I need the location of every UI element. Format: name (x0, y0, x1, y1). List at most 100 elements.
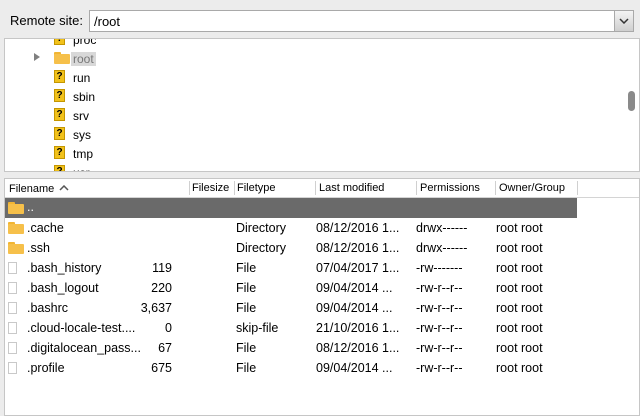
unknown-folder-icon: ? (54, 70, 65, 83)
column-owner-group[interactable]: Owner/Group (499, 182, 565, 196)
column-filetype[interactable]: Filetype (237, 182, 276, 196)
file-row[interactable]: .cache Directory 08/12/2016 1... drwx------… (5, 218, 577, 238)
tree-item-srv[interactable]: ? srv (5, 106, 625, 125)
file-icon (8, 302, 17, 314)
tree-item-tmp[interactable]: ? tmp (5, 144, 625, 163)
file-permissions: drwx------ (416, 241, 468, 255)
file-permissions: -rw-r--r-- (416, 361, 463, 375)
file-owner-group: root root (496, 281, 543, 295)
file-type: File (236, 301, 257, 315)
folder-icon (54, 51, 70, 64)
tree-item-sbin[interactable]: ? sbin (5, 87, 625, 106)
file-row[interactable]: .cloud-locale-test.... 0 skip-file 21/10/20… (5, 318, 577, 338)
remote-site-label: Remote site: (10, 13, 83, 28)
unknown-folder-icon: ? (54, 146, 65, 159)
column-permissions[interactable]: Permissions (420, 182, 480, 196)
folder-icon (8, 202, 24, 214)
tree-item-sys[interactable]: ? sys (5, 125, 625, 144)
file-type: File (236, 281, 257, 295)
file-modified: 08/12/2016 1... (316, 341, 400, 355)
file-permissions: drwx------ (416, 221, 468, 235)
file-owner-group: root root (496, 301, 543, 315)
file-row[interactable]: .digitalocean_pass... 67 File 08/12/2016 1.… (5, 338, 577, 358)
file-permissions: -rw-r--r-- (416, 321, 463, 335)
file-size: 67 (158, 341, 172, 355)
parent-directory-label: .. (27, 200, 34, 214)
column-filename[interactable]: Filename (9, 182, 69, 196)
file-type: Directory (236, 241, 287, 255)
tree-item-run[interactable]: ? run (5, 68, 625, 87)
file-size: 0 (165, 321, 172, 335)
tree-item-label: sbin (73, 90, 96, 104)
tree-item-label: proc (73, 38, 97, 47)
file-name: .bash_history (27, 261, 102, 275)
file-owner-group: root root (496, 361, 543, 375)
tree-item-label: tmp (73, 147, 94, 161)
remote-file-list[interactable]: Filename Filesize Filetype Last modified… (4, 178, 640, 416)
tree-item-proc[interactable]: ? proc (5, 38, 625, 49)
file-name: .cloud-locale-test.... (27, 321, 136, 335)
file-row[interactable]: .profile 675 File 09/04/2014 ... -rw-r--r-- r… (5, 358, 577, 378)
column-filesize[interactable]: Filesize (192, 182, 229, 196)
file-icon (8, 282, 17, 294)
file-modified: 08/12/2016 1... (316, 221, 400, 235)
file-icon (8, 322, 17, 334)
file-permissions: -rw-r--r-- (416, 341, 463, 355)
file-name: .bash_logout (27, 281, 99, 295)
file-row[interactable]: .bash_history 119 File 07/04/2017 1... -rw--… (5, 258, 577, 278)
file-name: .bashrc (27, 301, 68, 315)
file-modified: 21/10/2016 1... (316, 321, 400, 335)
tree-item-label: srv (73, 109, 89, 123)
file-size: 220 (151, 281, 172, 295)
file-modified: 07/04/2017 1... (316, 261, 400, 275)
tree-item-usr[interactable]: ? usr (5, 163, 625, 171)
file-permissions: -rw-r--r-- (416, 301, 463, 315)
file-modified: 08/12/2016 1... (316, 241, 400, 255)
tree-item-root[interactable]: root (5, 49, 625, 68)
unknown-folder-icon: ? (54, 39, 65, 45)
file-modified: 09/04/2014 ... (316, 301, 393, 315)
file-size: 119 (152, 261, 172, 275)
file-type: Directory (236, 221, 287, 235)
file-size: 3,637 (140, 301, 172, 315)
tree-scrollbar-thumb[interactable] (628, 91, 635, 111)
parent-directory-row[interactable]: .. (5, 198, 577, 218)
column-last-modified[interactable]: Last modified (319, 182, 384, 196)
remote-site-path-input[interactable]: /root (94, 14, 120, 29)
file-row[interactable]: .bashrc 3,637 File 09/04/2014 ... -rw-r--r--… (5, 298, 577, 318)
file-type: File (236, 261, 257, 275)
remote-site-combobox[interactable]: /root (89, 10, 634, 32)
file-owner-group: root root (496, 321, 543, 335)
file-owner-group: root root (496, 221, 543, 235)
file-owner-group: root root (496, 261, 543, 275)
file-size: 675 (151, 361, 172, 375)
file-modified: 09/04/2014 ... (316, 361, 393, 375)
file-list-header: Filename Filesize Filetype Last modified… (5, 179, 639, 198)
file-icon (8, 342, 17, 354)
file-icon (8, 262, 17, 274)
file-type: skip-file (236, 321, 279, 335)
sort-ascending-icon (59, 182, 69, 194)
unknown-folder-icon: ? (54, 127, 65, 140)
remote-directory-tree[interactable]: ? proc root? run? sbin? srv? sys? tmp ? usr (4, 38, 640, 172)
file-row[interactable]: .ssh Directory 08/12/2016 1... drwx------ ro… (5, 238, 577, 258)
file-owner-group: root root (496, 241, 543, 255)
file-icon (8, 362, 17, 374)
tree-item-label: sys (73, 128, 91, 142)
file-permissions: -rw-r--r-- (416, 281, 463, 295)
file-row[interactable]: .bash_logout 220 File 09/04/2014 ... -rw-r--… (5, 278, 577, 298)
unknown-folder-icon: ? (54, 108, 65, 121)
tree-item-label: usr (73, 166, 90, 171)
expand-arrow-icon[interactable] (34, 53, 40, 61)
file-name: .ssh (27, 241, 50, 255)
folder-icon (8, 222, 24, 234)
folder-icon (8, 242, 24, 254)
tree-item-label: run (73, 71, 91, 85)
file-modified: 09/04/2014 ... (316, 281, 393, 295)
file-name: .cache (27, 221, 64, 235)
unknown-folder-icon: ? (54, 89, 65, 102)
chevron-down-icon[interactable] (614, 11, 633, 31)
file-type: File (236, 341, 257, 355)
file-permissions: -rw------- (416, 261, 463, 275)
file-type: File (236, 361, 257, 375)
